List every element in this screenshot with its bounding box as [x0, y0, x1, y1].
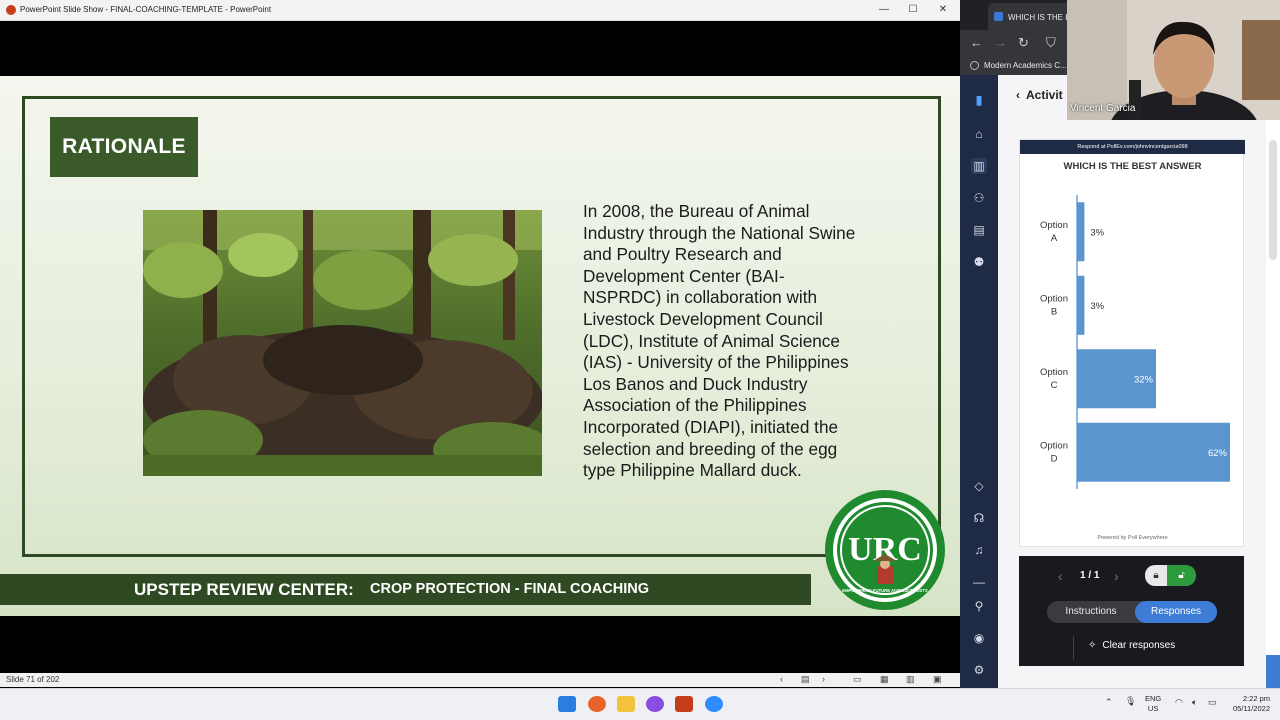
pollev-favicon-icon [994, 12, 1003, 21]
globe-icon [970, 61, 979, 70]
webcam-name: Vincent Garcia [1070, 103, 1136, 114]
powerpoint-taskbar-icon[interactable] [675, 696, 693, 712]
chart-data-label: 32% [1134, 374, 1154, 385]
lang-bottom: US [1147, 704, 1159, 713]
participants-icon[interactable]: ⚇ [971, 190, 987, 206]
upgrade-diamond-icon[interactable]: ◇ [971, 478, 987, 494]
next-activity-icon[interactable]: › [1114, 568, 1119, 584]
zoom-icon[interactable] [705, 696, 723, 712]
minimize-button[interactable]: — [876, 3, 892, 17]
reports-icon[interactable]: ▤ [971, 222, 987, 238]
slide-heading: RATIONALE [50, 117, 198, 177]
home-icon[interactable]: ⌂ [971, 126, 987, 142]
slide-footer-bar: UPSTEP REVIEW CENTER: CROP PROTECTION - … [0, 574, 811, 605]
volume-icon[interactable]: 🔈︎ [1192, 697, 1197, 708]
divider-icon: — [973, 575, 985, 589]
close-button[interactable]: ✕ [935, 3, 951, 17]
slide-menu-icon[interactable]: ▤ [801, 674, 810, 685]
user-settings-icon[interactable]: ⚲ [971, 598, 987, 614]
chart-data-label: 3% [1090, 301, 1104, 312]
clock[interactable]: 2:22 pm 05/11/2022 [1222, 694, 1270, 714]
responses-button[interactable]: Responses [1135, 601, 1217, 623]
back-icon[interactable]: ← [970, 35, 983, 50]
pollev-logo-icon[interactable]: ▮ [971, 92, 987, 108]
poll-question: WHICH IS THE BEST ANSWER [1063, 161, 1202, 172]
unlock-icon[interactable]: 🔓︎ [1167, 565, 1196, 586]
lock-icon[interactable]: 🔒︎ [1145, 565, 1167, 586]
reading-view-icon[interactable]: ▥ [906, 674, 915, 685]
shield-icon[interactable]: ⛉ [1046, 35, 1056, 51]
instructions-button[interactable]: Instructions [1047, 601, 1135, 623]
poll-card: Respond at PollEv.com/johnvincentgarcia0… [1019, 139, 1245, 547]
previous-slide-icon[interactable]: ‹ [780, 674, 783, 684]
slideshow-view-icon[interactable]: ▣ [933, 674, 942, 685]
prev-activity-icon[interactable]: ‹ [1058, 568, 1063, 584]
chart-bar [1077, 202, 1085, 262]
settings-gear-icon[interactable]: ⚙ [971, 662, 987, 678]
groups-icon[interactable]: ⚉ [971, 254, 987, 270]
maximize-button[interactable]: ☐ [905, 3, 921, 17]
clock-time: 2:22 pm [1242, 694, 1270, 703]
notifications-bell-icon[interactable]: ♫ [971, 542, 987, 558]
powered-by: Powered by Poll Everywhere [1097, 535, 1168, 541]
powerpoint-logo-icon [6, 5, 16, 15]
forward-icon[interactable]: → [994, 35, 1007, 50]
activity-header-text: Activit [1026, 88, 1063, 102]
urc-logo: URC EMPOWERING FUTURE AGRICULTURISTS [823, 488, 947, 612]
browser-tab-title: WHICH IS THE B [1008, 13, 1071, 22]
webcam-feed [1067, 0, 1280, 120]
ppt-status-bar: Slide 71 of 202 ‹ ▤ › ▭ ▦ ▥ ▣ [0, 673, 960, 687]
firefox-icon[interactable] [588, 696, 606, 712]
activity-header[interactable]: ‹ Activit [1016, 88, 1063, 102]
account-icon[interactable]: ◉ [971, 630, 987, 646]
clock-date: 05/11/2022 [1233, 704, 1270, 713]
messenger-icon[interactable] [646, 696, 664, 712]
reload-icon[interactable]: ↻ [1018, 35, 1029, 51]
tray-chevron-icon[interactable]: ⌃ [1105, 697, 1113, 708]
ppt-window-title: PowerPoint Slide Show - FINAL-COACHING-T… [20, 5, 272, 14]
ppt-titlebar: PowerPoint Slide Show - FINAL-COACHING-T… [0, 0, 960, 21]
microphone-icon[interactable]: 🎙︎ [1125, 696, 1136, 707]
chart-data-label: 62% [1208, 448, 1228, 459]
clear-sparkle-icon: ✧ [1088, 640, 1097, 651]
chart-category-label: Option B [1040, 293, 1068, 317]
chart-data-label: 3% [1090, 227, 1104, 238]
file-explorer-icon[interactable] [617, 696, 635, 712]
back-chevron-icon[interactable]: ‹ [1016, 88, 1020, 102]
clear-responses-button[interactable]: ✧ Clear responses [1088, 640, 1208, 656]
slide-sorter-icon[interactable]: ▦ [880, 674, 889, 685]
respond-instructions: Respond at PollEv.com/johnvincentgarcia0… [1020, 140, 1245, 154]
chart-bar [1077, 275, 1085, 335]
slide-body-text: In 2008, the Bureau of Animal Industry t… [583, 201, 856, 481]
footer-title: UPSTEP REVIEW CENTER: [134, 580, 354, 599]
poll-bar-chart: Option A 3% Option B 3% Option C 32% Option D 62% [1040, 195, 1230, 489]
activities-icon[interactable]: ▥ [971, 158, 987, 174]
support-icon[interactable]: ☊ [971, 510, 987, 526]
pollev-scrollbar[interactable] [1266, 120, 1280, 688]
slide-counter: Slide 71 of 202 [6, 675, 60, 684]
chart-category-label: Option D [1040, 440, 1068, 464]
logo-tagline: EMPOWERING FUTURE AGRICULTURISTS [842, 588, 928, 593]
footer-subtitle: CROP PROTECTION - FINAL COACHING [370, 581, 649, 597]
lang-top: ENG [1145, 694, 1162, 703]
slide[interactable]: RATIONALE In 2008, the Bureau of Animal … [0, 76, 960, 616]
pollev-accent-tab[interactable] [1266, 655, 1280, 688]
input-language[interactable]: ENG US [1145, 694, 1161, 714]
duck-flock-photo [143, 210, 542, 476]
activity-pager: 1 / 1 [1080, 570, 1100, 581]
chart-category-label: Option C [1040, 367, 1068, 391]
normal-view-icon[interactable]: ▭ [853, 674, 862, 685]
clear-responses-label: Clear responses [1102, 640, 1176, 651]
bookmark-item[interactable]: Modern Academics C... [984, 61, 1067, 70]
chart-category-label: Option A [1040, 220, 1068, 244]
windows-taskbar [0, 688, 1280, 720]
pollev-sidebar: ▮ ⌂ ▥ ⚇ ▤ ⚉ ◇ ☊ ♫ — ⚲ ◉ ⚙ [960, 75, 998, 688]
controls-divider [1073, 636, 1074, 660]
wifi-icon[interactable]: ◠ [1175, 697, 1183, 708]
start-icon[interactable] [558, 696, 576, 712]
next-slide-icon[interactable]: › [822, 674, 825, 684]
battery-icon[interactable]: ▭ [1208, 697, 1217, 708]
